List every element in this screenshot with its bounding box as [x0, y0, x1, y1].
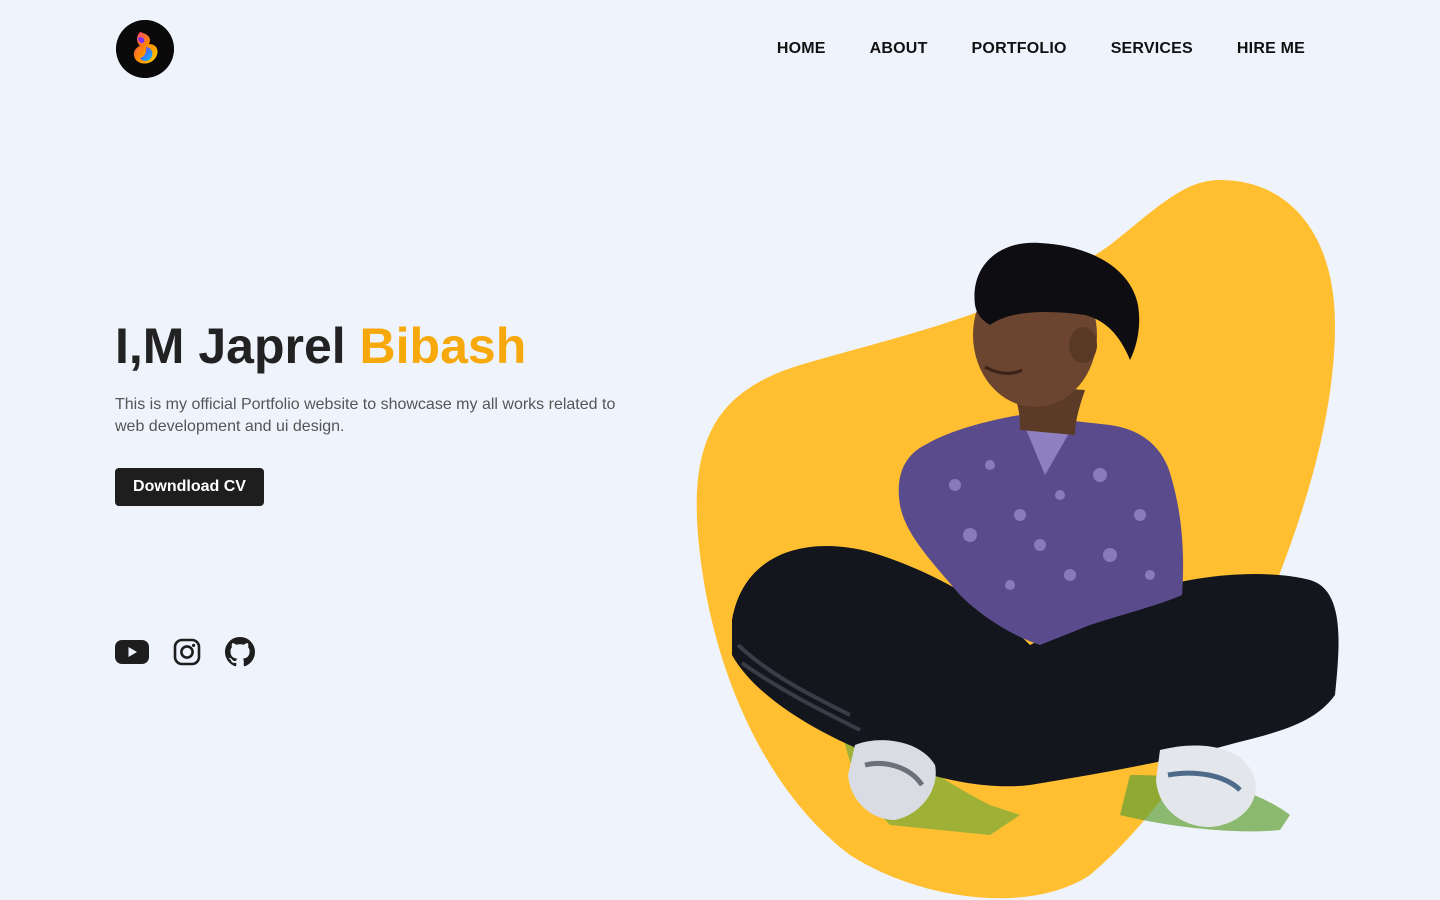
youtube-icon: [115, 640, 149, 664]
logo[interactable]: [116, 20, 174, 78]
nav-hire-me[interactable]: HIRE ME: [1237, 38, 1305, 60]
nav-services[interactable]: SERVICES: [1111, 38, 1193, 60]
instagram-link[interactable]: [173, 636, 201, 668]
download-cv-button[interactable]: Downdload CV: [115, 468, 264, 506]
portrait-photo: [696, 180, 1339, 899]
nav-portfolio[interactable]: PORTFOLIO: [972, 38, 1067, 60]
landing-page: HOME ABOUT PORTFOLIO SERVICES HIRE ME I,…: [0, 0, 1440, 900]
hero-title-accent: Bibash: [359, 318, 527, 374]
hero-image: [690, 175, 1350, 900]
instagram-icon: [173, 638, 201, 666]
main-nav: HOME ABOUT PORTFOLIO SERVICES HIRE ME: [777, 38, 1305, 60]
hero-description: This is my official Portfolio website to…: [115, 396, 616, 435]
hero-title-prefix: I,M Japrel: [115, 318, 346, 374]
ear: [1069, 327, 1097, 363]
github-link[interactable]: [225, 636, 255, 668]
hero-title: I,M Japrel Bibash: [115, 316, 526, 376]
flame-b-logo-icon: [116, 20, 174, 78]
nav-home[interactable]: HOME: [777, 38, 826, 60]
youtube-link[interactable]: [115, 636, 149, 668]
nav-about[interactable]: ABOUT: [870, 38, 928, 60]
github-icon: [225, 637, 255, 667]
social-links: [115, 636, 279, 668]
